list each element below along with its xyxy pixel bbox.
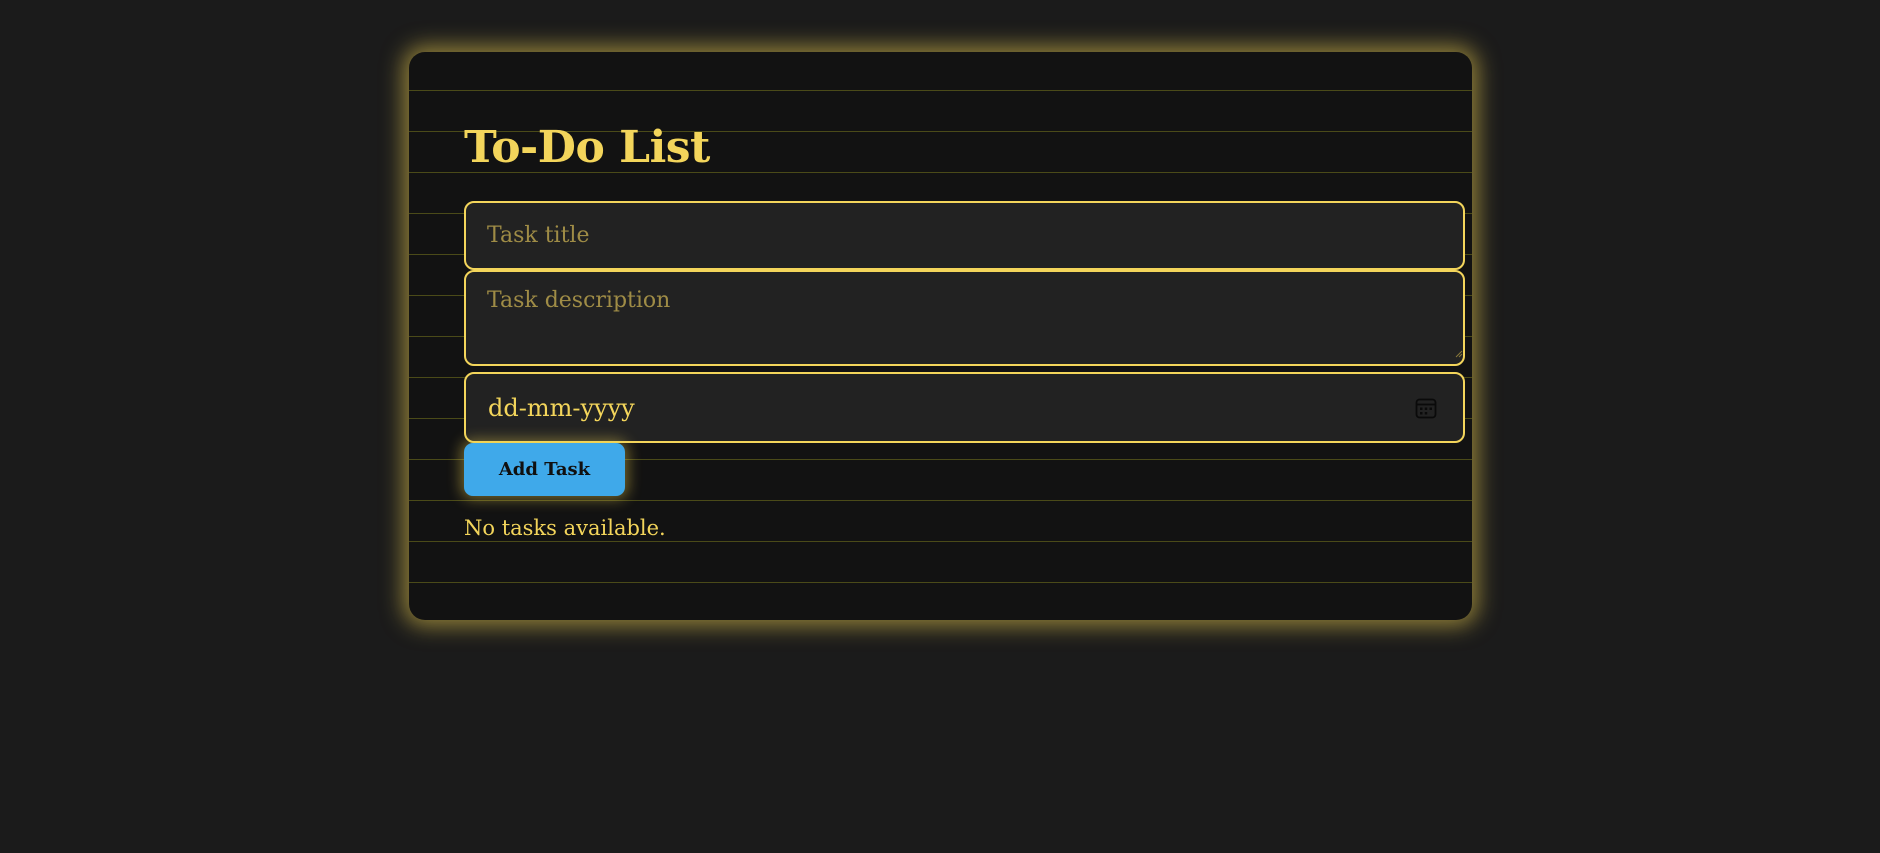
add-task-button[interactable]: Add Task [464, 443, 625, 496]
todo-card: To-Do List dd-mm-yyyy Add Task No tasks … [409, 52, 1472, 620]
task-description-input[interactable] [464, 270, 1465, 366]
task-title-input[interactable] [464, 201, 1465, 270]
resize-grip-icon[interactable] [1455, 350, 1463, 358]
task-date-input[interactable]: dd-mm-yyyy [464, 372, 1465, 443]
date-value: dd-mm-yyyy [488, 393, 635, 422]
empty-tasks-message: No tasks available. [464, 516, 666, 540]
calendar-icon[interactable] [1415, 397, 1437, 419]
page-title: To-Do List [464, 122, 710, 173]
